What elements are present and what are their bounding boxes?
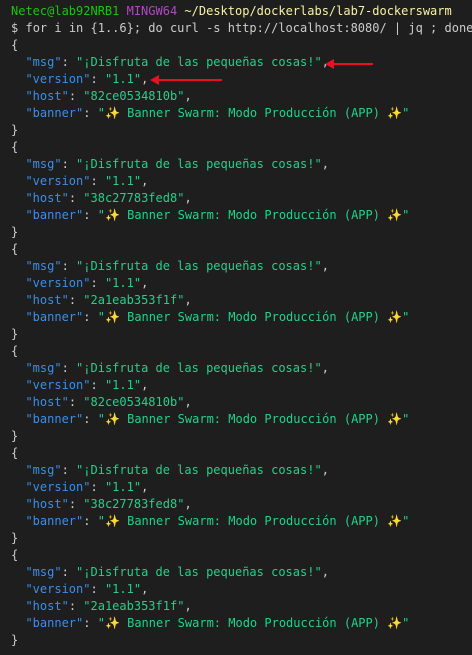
json-line-version: "version": "1.1", xyxy=(25,480,149,494)
json-line-msg: "msg": "¡Disfruta de las pequeñas cosas!… xyxy=(25,361,329,375)
json-line-msg: "msg": "¡Disfruta de las pequeñas cosas!… xyxy=(25,463,329,477)
json-close-brace: } xyxy=(11,225,19,239)
json-value-host: "38c27783fed8" xyxy=(83,497,185,511)
json-key-msg: "msg" xyxy=(25,259,62,273)
json-key-version: "version" xyxy=(25,480,91,494)
json-close-brace: } xyxy=(11,327,19,341)
json-open-brace: { xyxy=(11,38,19,52)
json-open-brace: { xyxy=(11,140,19,154)
json-key-host: "host" xyxy=(25,293,69,307)
json-key-version: "version" xyxy=(25,72,91,86)
json-value-version: "1.1" xyxy=(104,582,142,596)
json-key-banner: "banner" xyxy=(25,616,84,630)
json-value-banner: "✨ Banner Swarm: Modo Producción (APP) ✨… xyxy=(97,208,410,222)
prompt-path: ~/Desktop/dockerlabs/lab7-dockerswarm xyxy=(184,4,452,18)
json-value-version: "1.1" xyxy=(104,174,142,188)
json-key-host: "host" xyxy=(25,599,69,613)
json-value-banner: "✨ Banner Swarm: Modo Producción (APP) ✨… xyxy=(97,310,410,324)
json-key-host: "host" xyxy=(25,191,69,205)
prompt-shell: MINGW64 xyxy=(126,4,178,18)
json-open-brace: { xyxy=(11,446,19,460)
json-line-banner: "banner": "✨ Banner Swarm: Modo Producci… xyxy=(25,514,410,528)
json-line-host: "host": "2a1eab353f1f", xyxy=(25,599,192,613)
json-value-banner: "✨ Banner Swarm: Modo Producción (APP) ✨… xyxy=(97,106,410,120)
json-value-version: "1.1" xyxy=(104,480,142,494)
command-line[interactable]: $ for i in {1..6}; do curl -s http://loc… xyxy=(11,20,472,37)
json-key-msg: "msg" xyxy=(25,55,62,69)
json-value-version: "1.1" xyxy=(104,378,142,392)
json-line-version: "version": "1.1", xyxy=(25,582,149,596)
json-value-msg: "¡Disfruta de las pequeñas cosas!" xyxy=(76,463,322,477)
json-key-host: "host" xyxy=(25,395,69,409)
json-line-banner: "banner": "✨ Banner Swarm: Modo Producci… xyxy=(25,412,410,426)
json-key-msg: "msg" xyxy=(25,463,62,477)
annotation-arrow-version xyxy=(150,75,222,85)
json-key-version: "version" xyxy=(25,582,91,596)
json-line-msg: "msg": "¡Disfruta de las pequeñas cosas!… xyxy=(25,55,328,69)
json-line-msg: "msg": "¡Disfruta de las pequeñas cosas!… xyxy=(25,259,329,273)
json-value-msg: "¡Disfruta de las pequeñas cosas!" xyxy=(76,55,322,69)
json-value-msg: "¡Disfruta de las pequeñas cosas!" xyxy=(76,565,322,579)
terminal-window[interactable]: { "prompt": { "user_host": "Netec@lab92N… xyxy=(0,0,472,655)
json-key-banner: "banner" xyxy=(25,412,84,426)
json-key-host: "host" xyxy=(25,497,69,511)
prompt-user-host: Netec@lab92NRB1 xyxy=(11,4,120,18)
json-line-version: "version": "1.1", xyxy=(25,174,149,188)
json-line-host: "host": "82ce0534810b", xyxy=(25,89,192,103)
json-key-version: "version" xyxy=(25,174,91,188)
json-line-version: "version": "1.1", xyxy=(25,378,149,392)
json-line-msg: "msg": "¡Disfruta de las pequeñas cosas!… xyxy=(25,157,329,171)
json-line-banner: "banner": "✨ Banner Swarm: Modo Producci… xyxy=(25,106,410,120)
json-line-msg: "msg": "¡Disfruta de las pequeñas cosas!… xyxy=(25,565,329,579)
json-key-banner: "banner" xyxy=(25,106,84,120)
json-key-banner: "banner" xyxy=(25,310,84,324)
json-key-version: "version" xyxy=(25,276,91,290)
terminal-output[interactable]: Netec@lab92NRB1 MINGW64 ~/Desktop/docker… xyxy=(11,3,472,649)
json-key-msg: "msg" xyxy=(25,157,62,171)
json-value-banner: "✨ Banner Swarm: Modo Producción (APP) ✨… xyxy=(97,412,410,426)
json-responses: { "msg": "¡Disfruta de las pequeñas cosa… xyxy=(11,37,469,649)
json-value-banner: "✨ Banner Swarm: Modo Producción (APP) ✨… xyxy=(97,616,410,630)
json-value-host: "38c27783fed8" xyxy=(83,191,185,205)
json-key-version: "version" xyxy=(25,378,91,392)
json-line-host: "host": "2a1eab353f1f", xyxy=(25,293,192,307)
json-open-brace: { xyxy=(11,242,19,256)
annotation-arrow-msg xyxy=(325,59,373,69)
json-line-version: "version": "1.1", xyxy=(25,276,149,290)
json-key-msg: "msg" xyxy=(25,361,62,375)
json-key-banner: "banner" xyxy=(25,208,84,222)
prompt-symbol: $ xyxy=(11,21,19,35)
json-close-brace: } xyxy=(11,123,19,137)
json-value-host: "2a1eab353f1f" xyxy=(83,599,185,613)
json-key-msg: "msg" xyxy=(25,565,62,579)
json-line-host: "host": "82ce0534810b", xyxy=(25,395,192,409)
json-line-banner: "banner": "✨ Banner Swarm: Modo Producci… xyxy=(25,208,410,222)
json-close-brace: } xyxy=(11,429,19,443)
json-line-version: "version": "1.1", xyxy=(25,72,149,86)
json-value-host: "2a1eab353f1f" xyxy=(83,293,185,307)
json-value-msg: "¡Disfruta de las pequeñas cosas!" xyxy=(76,361,322,375)
json-line-host: "host": "38c27783fed8", xyxy=(25,497,192,511)
prompt-line: Netec@lab92NRB1 MINGW64 ~/Desktop/docker… xyxy=(11,3,469,20)
json-open-brace: { xyxy=(11,548,19,562)
json-value-host: "82ce0534810b" xyxy=(83,395,185,409)
json-value-msg: "¡Disfruta de las pequeñas cosas!" xyxy=(76,157,322,171)
json-value-host: "82ce0534810b" xyxy=(83,89,185,103)
json-value-banner: "✨ Banner Swarm: Modo Producción (APP) ✨… xyxy=(97,514,410,528)
json-key-banner: "banner" xyxy=(25,514,84,528)
json-key-host: "host" xyxy=(25,89,69,103)
json-open-brace: { xyxy=(11,344,19,358)
json-line-banner: "banner": "✨ Banner Swarm: Modo Producci… xyxy=(25,616,410,630)
command-text: for i in {1..6}; do curl -s http://local… xyxy=(25,21,472,35)
json-value-version: "1.1" xyxy=(104,276,142,290)
json-line-banner: "banner": "✨ Banner Swarm: Modo Producci… xyxy=(25,310,410,324)
json-line-host: "host": "38c27783fed8", xyxy=(25,191,192,205)
json-value-msg: "¡Disfruta de las pequeñas cosas!" xyxy=(76,259,322,273)
json-close-brace: } xyxy=(11,633,19,647)
json-value-version: "1.1" xyxy=(104,72,142,86)
json-close-brace: } xyxy=(11,531,19,545)
